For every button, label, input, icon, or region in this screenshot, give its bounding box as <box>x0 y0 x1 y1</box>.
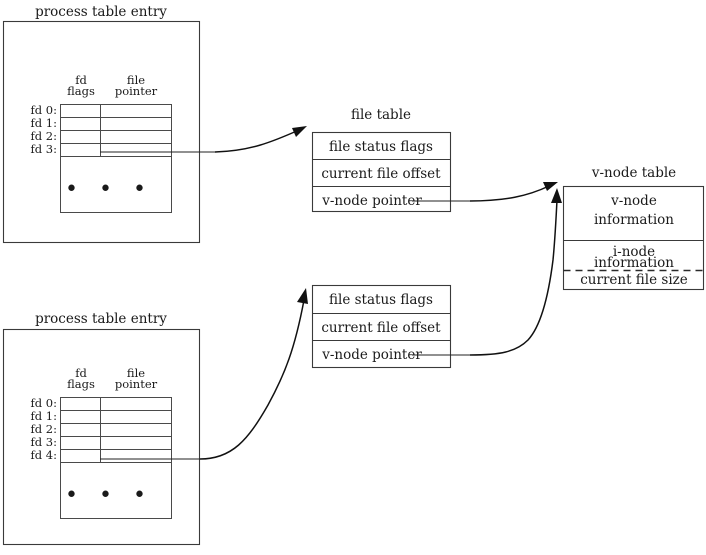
arrowhead-filetable2-to-vnode <box>551 188 562 203</box>
process-table-1-col-fdflags-line2: flags <box>67 84 95 98</box>
arrowhead-filetable1-to-vnode <box>543 182 558 191</box>
file-table-1-row-1: current file offset <box>321 166 441 182</box>
process-table-1-overflow-dots: • • • <box>65 177 153 202</box>
arrowhead-to-filetable2 <box>297 288 308 304</box>
file-table-1-row-2: v-node pointer <box>321 193 422 209</box>
connector-process1-curve <box>214 129 300 153</box>
vnode-table-row-0-line2: information <box>594 212 674 228</box>
process-table-entry-1: process table entry fd flags file pointe… <box>2 4 201 244</box>
file-table-2-row-2: v-node pointer <box>321 347 422 363</box>
vnode-table-row-2-line1: current file size <box>580 272 688 288</box>
file-table-2-row-1: current file offset <box>321 320 441 336</box>
file-table-1-caption: file table <box>351 107 411 123</box>
process-table-2-row-label-4: fd 4: <box>31 448 57 462</box>
process-table-1-row-label-2: fd 2: <box>31 129 57 143</box>
process-table-2-row-label-3: fd 3: <box>31 435 57 449</box>
process-table-2-caption: process table entry <box>35 311 167 327</box>
connector-filetable2-curve <box>469 199 558 356</box>
file-table-1-row-0: file status flags <box>329 139 433 155</box>
file-table-1: file table file status flags current fil… <box>311 107 452 213</box>
connector-filetable1-curve <box>469 185 550 202</box>
process-table-entry-2: process table entry fd flags file pointe… <box>2 311 201 546</box>
file-descriptor-diagram: process table entry fd flags file pointe… <box>2 4 705 546</box>
connector-process1-to-filetable1 <box>100 126 307 153</box>
vnode-table-row-0-line1: v-node <box>610 193 657 209</box>
vnode-table-row-1-line2: information <box>594 255 674 271</box>
arrowhead-to-filetable1 <box>292 126 307 137</box>
process-table-2-overflow-dots: • • • <box>65 483 153 508</box>
process-table-1-caption: process table entry <box>35 4 167 20</box>
process-table-1-row-label-0: fd 0: <box>31 103 57 117</box>
process-table-1-col-filepointer-line2: pointer <box>115 84 158 98</box>
process-table-2-col-fdflags-line2: flags <box>67 377 95 391</box>
process-table-1-row-label-1: fd 1: <box>31 116 57 130</box>
process-table-2-col-filepointer-line2: pointer <box>115 377 158 391</box>
connector-filetable1-to-vnode <box>412 182 558 202</box>
process-table-2-row-label-1: fd 1: <box>31 409 57 423</box>
vnode-table-caption: v-node table <box>591 165 676 181</box>
process-table-2-row-label-0: fd 0: <box>31 396 57 410</box>
file-table-2-row-0: file status flags <box>329 292 433 308</box>
vnode-table: v-node table v-node information i-node i… <box>562 165 705 291</box>
connector-process2-curve <box>199 299 305 460</box>
process-table-2-row-label-2: fd 2: <box>31 422 57 436</box>
process-table-1-row-label-3: fd 3: <box>31 142 57 156</box>
